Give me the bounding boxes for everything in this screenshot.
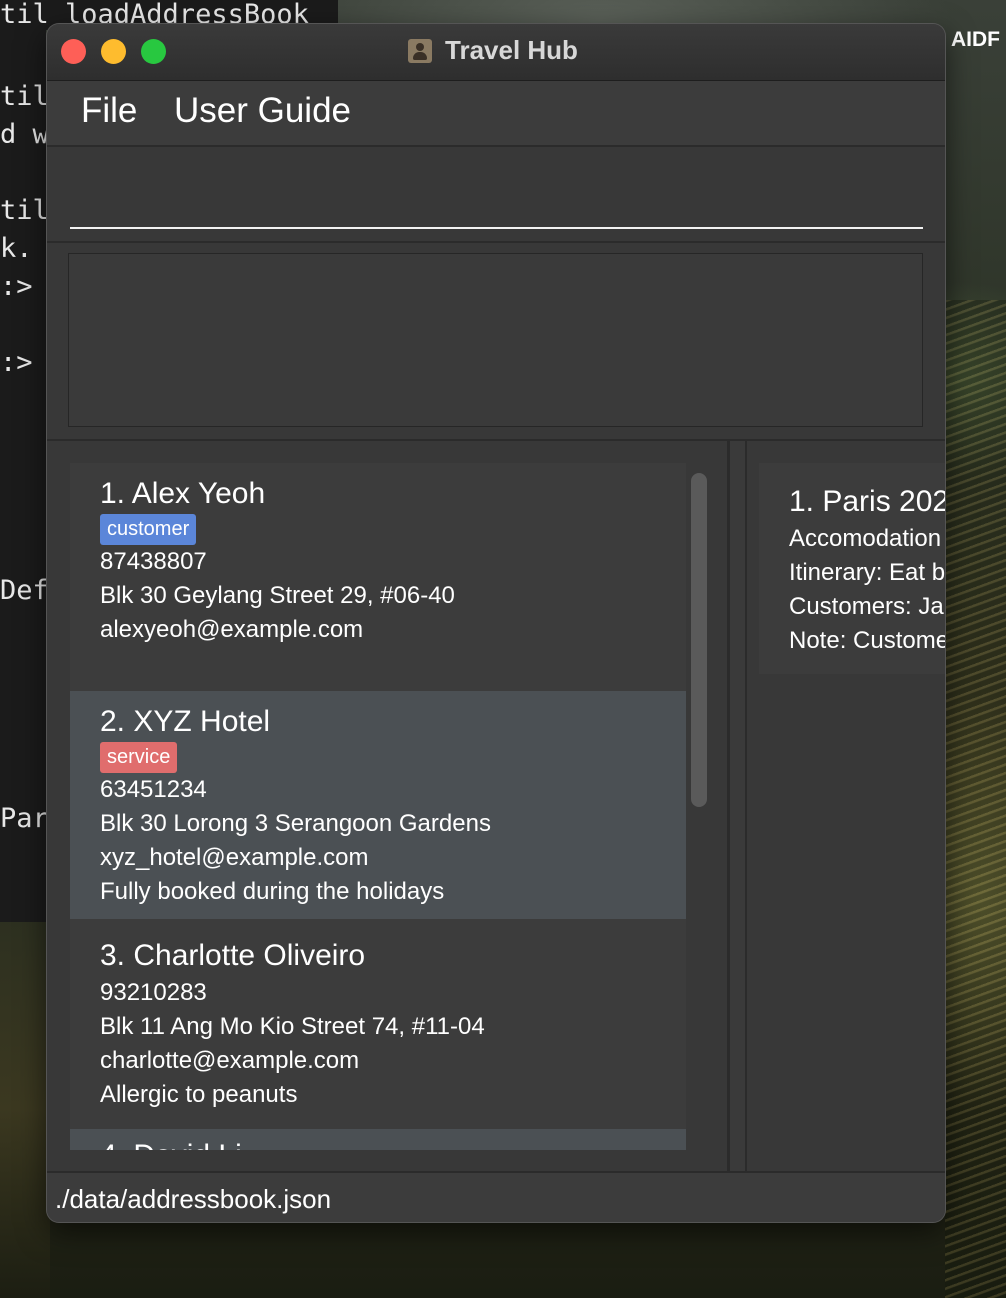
contact-phone: 63451234 <box>100 776 207 803</box>
travel-hub-window: Travel Hub File User Guide 1. Alex Yeoh … <box>47 24 945 1222</box>
contact-note: Fully booked during the holidays <box>100 878 445 905</box>
terminal-line: Def <box>0 575 46 606</box>
contact-email: xyz_hotel@example.com <box>100 844 369 871</box>
terminal-line: :> <box>0 271 33 302</box>
contact-email: charlotte@example.com <box>100 1047 360 1074</box>
contact-card[interactable]: 3. Charlotte Oliveiro 93210283 Blk 11 An… <box>70 919 686 1129</box>
terminal-line: Par <box>0 803 46 834</box>
contact-phone: 87438807 <box>100 548 207 575</box>
terminal-line: til loadAddressBook <box>0 0 46 30</box>
terminal-line: til <box>0 81 46 112</box>
menu-bar: File User Guide <box>47 81 945 147</box>
terminal-line: d w <box>0 119 46 150</box>
contact-address: Blk 11 Ang Mo Kio Street 74, #11-04 <box>100 1013 485 1040</box>
menu-user-guide[interactable]: User Guide <box>174 91 351 131</box>
contact-tag-service: service <box>100 742 178 773</box>
command-input[interactable] <box>70 165 923 229</box>
minimize-window-button[interactable] <box>101 39 126 64</box>
scrollbar-thumb[interactable] <box>691 473 707 807</box>
event-title: 1. Paris 2024 <box>789 485 945 518</box>
title-bar[interactable]: Travel Hub <box>47 24 945 81</box>
command-box <box>47 147 945 243</box>
contact-list[interactable]: 1. Alex Yeoh customer 87438807 Blk 30 Ge… <box>70 463 686 1150</box>
contact-name: 4. David Li <box>100 1139 242 1150</box>
desktop-window-label: AIDF <box>951 28 1000 51</box>
contact-name: 2. XYZ Hotel <box>100 705 271 738</box>
result-display-area <box>47 243 945 441</box>
event-accommodation: Accomodation <box>789 525 942 552</box>
event-list-panel: 1. Paris 2024 Accomodation Itinerary: Ea… <box>745 441 945 1171</box>
contact-name: 1. Alex Yeoh <box>100 477 266 510</box>
contact-card[interactable]: 1. Alex Yeoh customer 87438807 Blk 30 Ge… <box>70 463 686 691</box>
contact-name: 3. Charlotte Oliveiro <box>100 939 366 972</box>
result-display[interactable] <box>68 253 923 427</box>
contact-email: alexyeoh@example.com <box>100 616 364 643</box>
lists-area: 1. Alex Yeoh customer 87438807 Blk 30 Ge… <box>47 441 945 1171</box>
menu-file[interactable]: File <box>81 91 137 131</box>
status-bar: ./data/addressbook.json <box>47 1171 945 1222</box>
app-contact-icon <box>408 39 432 63</box>
background-terminal[interactable]: til loadAddressBook til d w til k. :> :>… <box>0 0 46 922</box>
terminal-line: til <box>0 195 46 226</box>
wallpaper-ground <box>0 920 50 1298</box>
terminal-line: k. <box>0 233 33 264</box>
wallpaper-vineyard <box>945 300 1006 1298</box>
contact-list-panel: 1. Alex Yeoh customer 87438807 Blk 30 Ge… <box>47 441 730 1171</box>
contact-tag-customer: customer <box>100 514 197 545</box>
save-file-path: ./data/addressbook.json <box>55 1184 332 1214</box>
maximize-window-button[interactable] <box>141 39 166 64</box>
event-itinerary: Itinerary: Eat ba <box>789 559 945 586</box>
contact-note: Allergic to peanuts <box>100 1081 298 1108</box>
event-note: Note: Custome <box>789 627 945 654</box>
contact-card-selected[interactable]: 2. XYZ Hotel service 63451234 Blk 30 Lor… <box>70 691 686 919</box>
contact-address: Blk 30 Lorong 3 Serangoon Gardens <box>100 810 491 837</box>
contact-card-selected[interactable]: 4. David Li <box>70 1129 686 1150</box>
window-title: Travel Hub <box>445 35 578 65</box>
event-card[interactable]: 1. Paris 2024 Accomodation Itinerary: Ea… <box>759 463 945 674</box>
close-window-button[interactable] <box>61 39 86 64</box>
contact-address: Blk 30 Geylang Street 29, #06-40 <box>100 582 455 609</box>
terminal-line: :> <box>0 347 33 378</box>
event-customers: Customers: Ja <box>789 593 944 620</box>
contact-list-scrollbar[interactable] <box>688 463 710 1150</box>
contact-phone: 93210283 <box>100 979 207 1006</box>
